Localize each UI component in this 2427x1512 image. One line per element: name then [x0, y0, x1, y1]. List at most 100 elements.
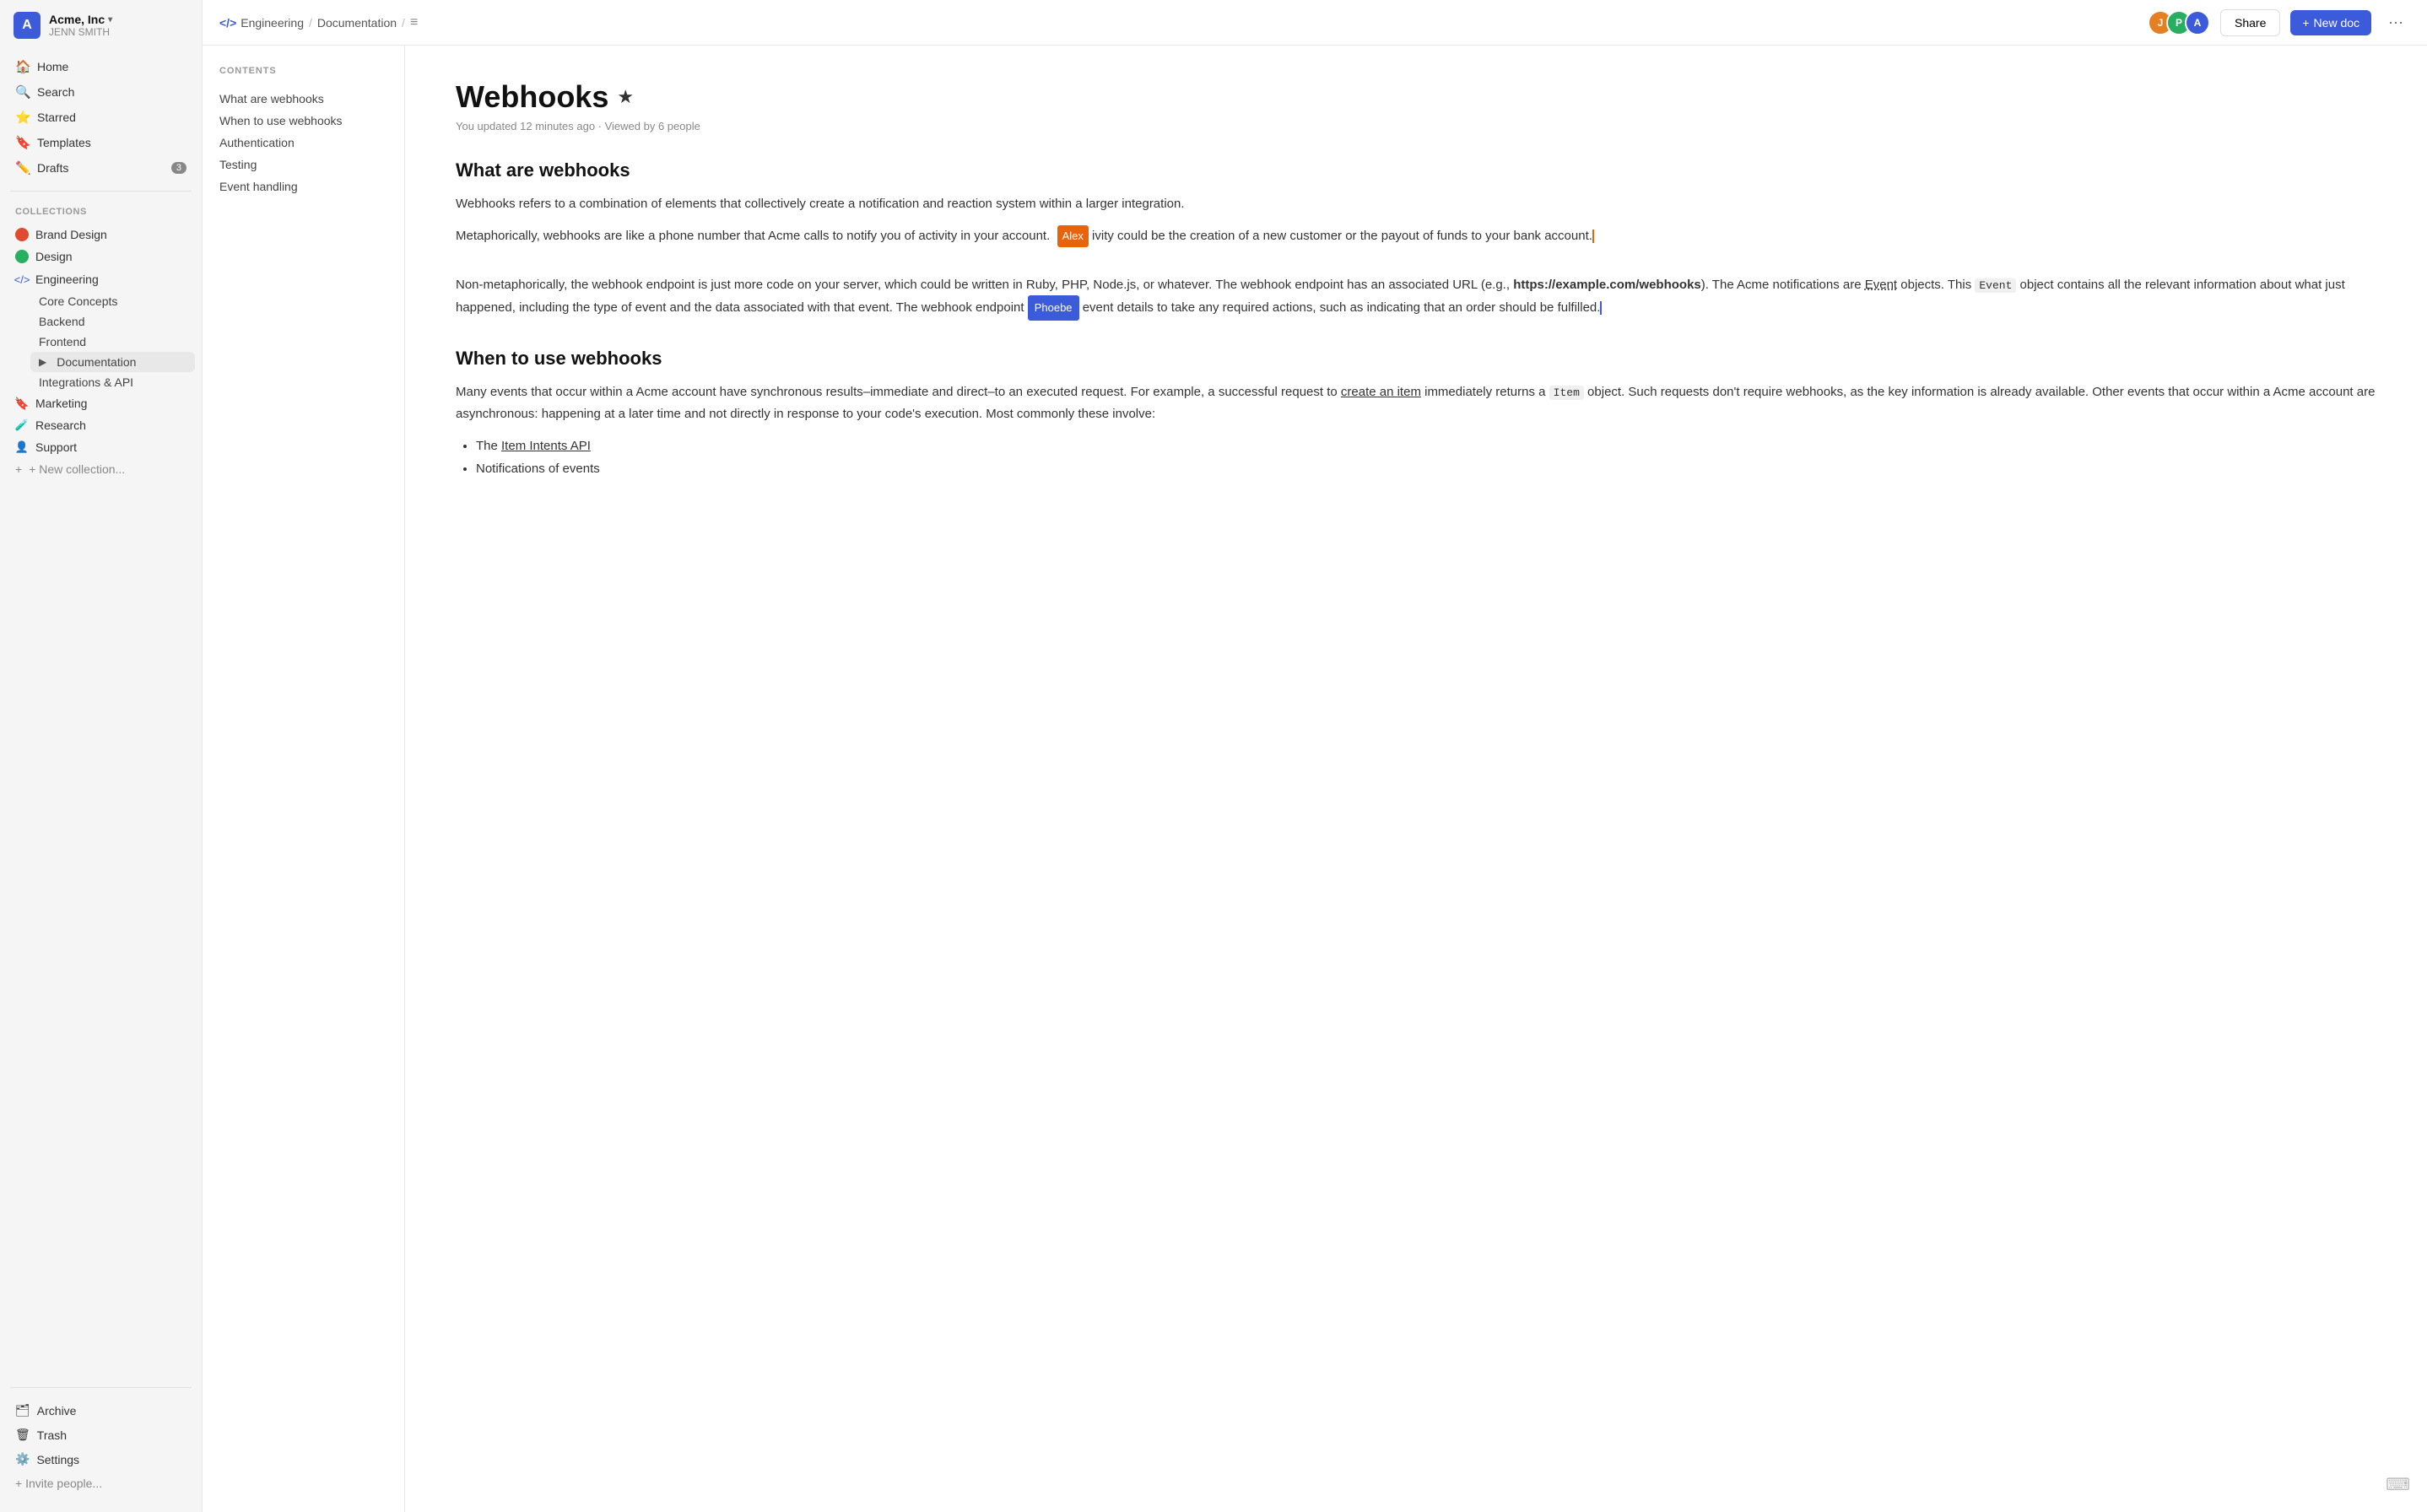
para-3-1: Many events that occur within a Acme acc… [456, 381, 2376, 424]
org-user: JENN SMITH [49, 26, 112, 38]
sidebar-item-frontend[interactable]: Frontend [30, 332, 195, 352]
article-title: Webhooks [456, 79, 608, 115]
section-body-2: Non-metaphorically, the webhook endpoint… [456, 274, 2376, 321]
toc-item-what-are-webhooks[interactable]: What are webhooks [219, 88, 387, 110]
drafts-icon: ✏️ [15, 160, 30, 176]
sidebar-item-integrations-api[interactable]: Integrations & API [30, 372, 195, 392]
star-icon: ⭐ [15, 110, 30, 125]
event-link[interactable]: Event [1865, 278, 1897, 292]
section-when-to-use: When to use webhooks Many events that oc… [456, 348, 2376, 480]
sidebar-nav: 🏠 Home 🔍 Search ⭐ Starred 🔖 Templates ✏️… [0, 51, 202, 184]
topbar: </> Engineering / Documentation / ≡ J P … [203, 0, 2427, 46]
engineering-filter-icon[interactable]: ⚡ [147, 272, 166, 287]
create-item-link[interactable]: create an item [1341, 385, 1421, 399]
sidebar-spacer [0, 483, 202, 1380]
invite-people-button[interactable]: + Invite people... [7, 1472, 195, 1495]
item-code: Item [1549, 386, 1584, 400]
sidebar-item-backend[interactable]: Backend [30, 311, 195, 332]
org-header[interactable]: A Acme, Inc ▾ JENN SMITH [0, 0, 202, 51]
section-non-metaphorically: Non-metaphorically, the webhook endpoint… [456, 274, 2376, 321]
breadcrumb-documentation[interactable]: Documentation [317, 16, 397, 30]
archive-icon: 🗂 [15, 1403, 30, 1418]
sidebar-item-support[interactable]: 👤 Support [7, 436, 195, 458]
alex-comment[interactable]: Alex [1057, 225, 1089, 247]
list-item-1: The Item Intents API [476, 435, 2376, 457]
more-options-button[interactable]: ··· [2381, 8, 2410, 36]
expand-arrow-icon: ▶ [39, 356, 46, 368]
sidebar-item-core-concepts[interactable]: Core Concepts [30, 291, 195, 311]
cursor-blue [1600, 301, 1602, 315]
toc-item-testing[interactable]: Testing [219, 154, 387, 176]
sidebar-item-marketing[interactable]: 🔖 Marketing [7, 392, 195, 414]
sidebar-item-design[interactable]: Design [7, 246, 195, 267]
collections-label: COLLECTIONS [0, 198, 202, 220]
collections-nav: Brand Design Design </> Engineering ⚡ ··… [0, 220, 202, 483]
org-name: Acme, Inc ▾ [49, 13, 112, 26]
sidebar-item-research[interactable]: 🧪 Research [7, 414, 195, 436]
section-heading-1: What are webhooks [456, 159, 2376, 181]
toc-item-authentication[interactable]: Authentication [219, 132, 387, 154]
sidebar-item-starred[interactable]: ⭐ Starred [7, 105, 195, 130]
settings-icon: ⚙️ [15, 1452, 30, 1466]
avatar-3: A [2185, 10, 2210, 35]
para-1-2: Metaphorically, webhooks are like a phon… [456, 225, 2376, 247]
engineering-subitems: Core Concepts Backend Frontend ▶ Documen… [7, 291, 195, 392]
sidebar-item-templates[interactable]: 🔖 Templates [7, 130, 195, 155]
sidebar-item-trash[interactable]: 🗑 Trash [7, 1423, 195, 1447]
share-button[interactable]: Share [2220, 9, 2280, 36]
breadcrumb-sep1: / [309, 16, 312, 30]
url-example: https://example.com/webhooks [1513, 278, 1701, 292]
new-collection-button[interactable]: + + New collection... [7, 458, 195, 480]
bottom-divider [10, 1387, 192, 1388]
sidebar-item-search[interactable]: 🔍 Search [7, 79, 195, 105]
design-icon [15, 250, 29, 263]
article: Webhooks ★ You updated 12 minutes ago · … [405, 46, 2427, 1512]
plus-icon: + [15, 462, 22, 476]
sidebar: A Acme, Inc ▾ JENN SMITH 🏠 Home 🔍 Search… [0, 0, 203, 1512]
sidebar-item-archive[interactable]: 🗂 Archive [7, 1398, 195, 1423]
breadcrumb: </> Engineering / Documentation / ≡ [219, 15, 418, 30]
section-what-are-webhooks: What are webhooks Webhooks refers to a c… [456, 159, 2376, 247]
chevron-down-icon: ▾ [108, 15, 112, 24]
sidebar-bottom-nav: 🗂 Archive 🗑 Trash ⚙️ Settings + Invite p… [0, 1395, 202, 1498]
collaborator-avatars: J P A [2148, 10, 2210, 35]
templates-icon: 🔖 [15, 135, 30, 150]
brand-design-icon [15, 228, 29, 241]
article-list: The Item Intents API Notifications of ev… [456, 435, 2376, 480]
list-item-2: Notifications of events [476, 457, 2376, 480]
search-icon: 🔍 [15, 84, 30, 100]
main-area: </> Engineering / Documentation / ≡ J P … [203, 0, 2427, 1512]
engineering-icon: </> [15, 273, 29, 286]
content-area: CONTENTS What are webhooks When to use w… [203, 46, 2427, 1512]
code-icon: </> [219, 16, 236, 30]
topbar-right: J P A Share + New doc ··· [2148, 8, 2410, 36]
article-title-row: Webhooks ★ [456, 79, 2376, 115]
toc-title: CONTENTS [219, 66, 387, 76]
para-2-1: Non-metaphorically, the webhook endpoint… [456, 274, 2376, 321]
nav-divider [10, 191, 192, 192]
drafts-badge: 3 [171, 162, 186, 174]
sidebar-item-engineering[interactable]: </> Engineering ⚡ ··· [7, 267, 195, 291]
phoebe-comment[interactable]: Phoebe [1028, 295, 1079, 321]
toc-item-event-handling[interactable]: Event handling [219, 176, 387, 197]
toc-item-when-to-use[interactable]: When to use webhooks [219, 110, 387, 132]
plus-icon: + [2302, 16, 2309, 30]
item-intents-api-link[interactable]: Item Intents API [501, 439, 591, 453]
section-body-3: Many events that occur within a Acme acc… [456, 381, 2376, 480]
toc-toggle-icon[interactable]: ≡ [410, 15, 418, 30]
sidebar-item-documentation[interactable]: ▶ Documentation [30, 352, 195, 372]
new-doc-button[interactable]: + New doc [2290, 10, 2371, 35]
sidebar-item-settings[interactable]: ⚙️ Settings [7, 1447, 195, 1472]
engineering-more-icon[interactable]: ··· [170, 272, 186, 287]
para-1-1: Webhooks refers to a combination of elem… [456, 193, 2376, 215]
breadcrumb-engineering-icon[interactable]: </> Engineering [219, 16, 304, 30]
sidebar-item-drafts[interactable]: ✏️ Drafts 3 [7, 155, 195, 181]
research-icon: 🧪 [15, 418, 29, 432]
event-code: Event [1975, 278, 2016, 293]
home-icon: 🏠 [15, 59, 30, 74]
sidebar-item-brand-design[interactable]: Brand Design [7, 224, 195, 246]
section-heading-3: When to use webhooks [456, 348, 2376, 370]
sidebar-item-home[interactable]: 🏠 Home [7, 54, 195, 79]
star-favorite-icon[interactable]: ★ [617, 86, 634, 108]
keyboard-shortcut-icon: ⌨ [2386, 1474, 2410, 1495]
